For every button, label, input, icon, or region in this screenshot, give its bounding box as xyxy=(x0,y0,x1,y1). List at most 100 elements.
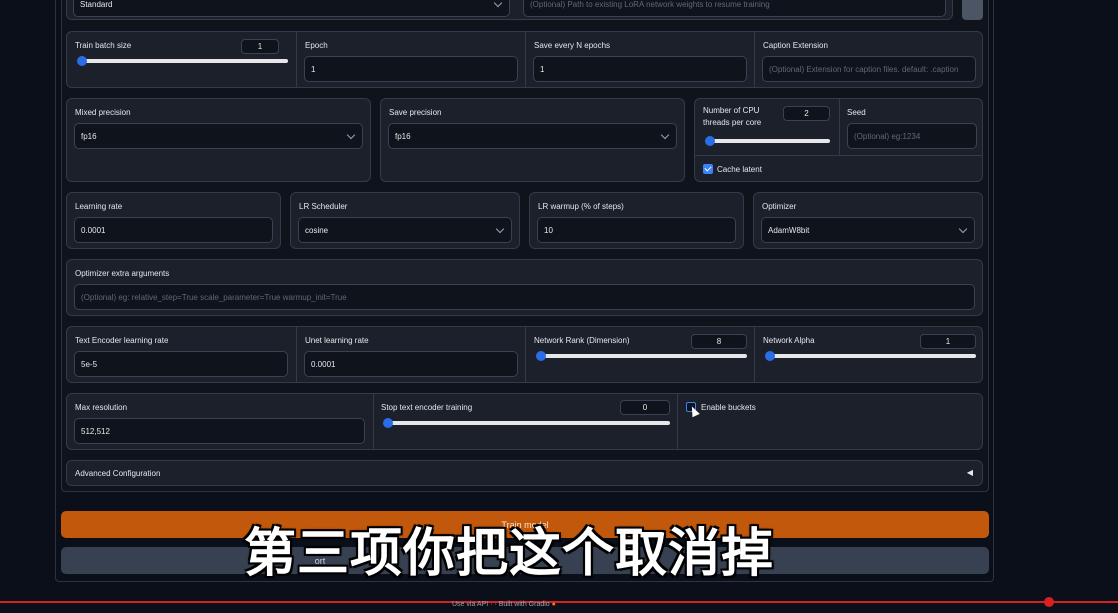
epoch-label: Epoch xyxy=(305,41,328,50)
optimizer-args-placeholder: (Optional) eg: relative_step=True scale_… xyxy=(81,292,347,302)
stop-te-slider[interactable] xyxy=(383,418,670,428)
train-batch-cell: Train batch size 1 xyxy=(67,32,296,87)
learning-rate-input[interactable]: 0.0001 xyxy=(74,217,273,243)
gradio-logo-icon: ● xyxy=(551,601,556,608)
cpu-seed-divider xyxy=(695,155,982,156)
optimizer-panel: Optimizer AdamW8bit xyxy=(753,192,983,249)
epoch-input[interactable]: 1 xyxy=(304,56,518,82)
lora-weights-placeholder: (Optional) Path to existing LoRA network… xyxy=(530,0,770,9)
gradio-footer: Use via API · · Built with Gradio ● xyxy=(452,601,556,608)
chevron-down-icon xyxy=(346,130,356,140)
video-progress-handle[interactable] xyxy=(1044,597,1054,607)
te-lr-label: Text Encoder learning rate xyxy=(75,336,169,345)
optimizer-args-input[interactable]: (Optional) eg: relative_step=True scale_… xyxy=(74,284,975,310)
row-lr-network: Text Encoder learning rate 5e-5 Unet lea… xyxy=(66,326,983,383)
lr-scheduler-dropdown[interactable]: cosine xyxy=(298,217,512,243)
epoch-value: 1 xyxy=(311,64,316,74)
lr-scheduler-panel: LR Scheduler cosine xyxy=(290,192,520,249)
unet-lr-value: 0.0001 xyxy=(311,359,336,369)
row-batch-epoch: Train batch size 1 Epoch 1 Save every N … xyxy=(66,31,983,88)
learning-rate-label: Learning rate xyxy=(75,202,123,211)
save-every-value: 1 xyxy=(540,64,545,74)
save-precision-panel: Save precision fp16 xyxy=(380,98,685,182)
max-res-label: Max resolution xyxy=(75,403,128,412)
rocket-icon: · xyxy=(490,601,493,608)
save-precision-value: fp16 xyxy=(395,131,411,141)
save-precision-dropdown[interactable]: fp16 xyxy=(388,123,677,149)
learning-rate-panel: Learning rate 0.0001 xyxy=(66,192,281,249)
chevron-down-icon xyxy=(495,224,505,234)
lr-warmup-input[interactable]: 10 xyxy=(537,217,736,243)
lr-warmup-panel: LR warmup (% of steps) 10 xyxy=(529,192,744,249)
stop-te-cell: Stop text encoder training 0 xyxy=(373,394,677,449)
advanced-config-accordion[interactable]: Advanced Configuration ◀ xyxy=(66,460,983,486)
net-alpha-number[interactable]: 1 xyxy=(920,334,976,349)
net-rank-slider[interactable] xyxy=(536,351,747,361)
optimizer-dropdown[interactable]: AdamW8bit xyxy=(761,217,975,243)
cpu-threads-cell: Number of CPU threads per core 2 xyxy=(695,99,839,155)
unet-lr-cell: Unet learning rate 0.0001 xyxy=(296,327,525,382)
caption-ext-cell: Caption Extension (Optional) Extension f… xyxy=(754,32,983,87)
learning-rate-value: 0.0001 xyxy=(81,225,106,235)
max-res-input[interactable]: 512,512 xyxy=(74,418,365,444)
slider-thumb[interactable] xyxy=(383,418,393,428)
epoch-cell: Epoch 1 xyxy=(296,32,525,87)
train-batch-value: 1 xyxy=(257,42,263,51)
max-res-cell: Max resolution 512,512 xyxy=(67,394,373,449)
lora-weights-input[interactable]: (Optional) Path to existing LoRA network… xyxy=(523,0,946,17)
save-every-cell: Save every N epochs 1 xyxy=(525,32,754,87)
max-res-value: 512,512 xyxy=(81,426,110,436)
mixed-precision-panel: Mixed precision fp16 xyxy=(66,98,371,182)
use-via-api-link[interactable]: Use via API xyxy=(452,601,488,608)
net-rank-label: Network Rank (Dimension) xyxy=(534,336,630,345)
seed-placeholder: (Optional) eg:1234 xyxy=(854,131,921,141)
mixed-precision-label: Mixed precision xyxy=(75,108,131,117)
lr-warmup-label: LR warmup (% of steps) xyxy=(538,202,624,211)
net-alpha-cell: Network Alpha 1 xyxy=(754,327,983,382)
cache-latent-checkbox[interactable] xyxy=(703,164,713,174)
cpu-threads-label: Number of CPU threads per core xyxy=(703,106,762,127)
net-rank-number[interactable]: 8 xyxy=(691,334,747,349)
mixed-precision-value: fp16 xyxy=(81,131,97,141)
folder-button[interactable] xyxy=(962,0,983,20)
save-every-input[interactable]: 1 xyxy=(533,56,747,82)
caption-ext-placeholder: (Optional) Extension for caption files. … xyxy=(769,64,959,74)
te-lr-input[interactable]: 5e-5 xyxy=(74,351,288,377)
cpu-threads-value: 2 xyxy=(804,109,809,118)
video-subtitle: 第三项你把这个取消掉 xyxy=(244,524,775,584)
train-batch-slider[interactable] xyxy=(77,56,288,66)
stop-te-value: 0 xyxy=(642,403,648,412)
train-batch-label: Train batch size xyxy=(75,41,132,50)
stop-te-label: Stop text encoder training xyxy=(381,403,473,412)
slider-thumb[interactable] xyxy=(536,351,546,361)
seed-label: Seed xyxy=(847,108,866,117)
unet-lr-input[interactable]: 0.0001 xyxy=(304,351,518,377)
cpu-threads-slider[interactable] xyxy=(705,136,830,146)
caption-ext-label: Caption Extension xyxy=(763,41,828,50)
train-batch-number[interactable]: 1 xyxy=(241,39,279,54)
net-alpha-slider[interactable] xyxy=(765,351,976,361)
caption-ext-input[interactable]: (Optional) Extension for caption files. … xyxy=(762,56,976,82)
save-every-label: Save every N epochs xyxy=(534,41,611,50)
seed-input[interactable]: (Optional) eg:1234 xyxy=(847,123,977,149)
cpu-seed-panel: Number of CPU threads per core 2 Seed (O… xyxy=(694,98,983,182)
cpu-threads-number[interactable]: 2 xyxy=(783,106,830,121)
slider-thumb[interactable] xyxy=(765,351,775,361)
lora-type-dropdown[interactable]: Standard xyxy=(73,0,510,17)
save-precision-label: Save precision xyxy=(389,108,442,117)
mixed-precision-dropdown[interactable]: fp16 xyxy=(74,123,363,149)
slider-thumb[interactable] xyxy=(705,136,715,146)
net-rank-cell: Network Rank (Dimension) 8 xyxy=(525,327,754,382)
top-row-panel: Standard (Optional) Path to existing LoR… xyxy=(66,0,953,20)
net-rank-value: 8 xyxy=(716,337,722,346)
slider-thumb[interactable] xyxy=(77,56,87,66)
collapse-arrow-icon: ◀ xyxy=(966,468,973,477)
video-progress-bar[interactable] xyxy=(0,601,1118,603)
lr-scheduler-label: LR Scheduler xyxy=(299,202,348,211)
optimizer-value: AdamW8bit xyxy=(768,225,810,235)
built-with-gradio-link[interactable]: Built with Gradio xyxy=(499,601,550,608)
unet-lr-label: Unet learning rate xyxy=(305,336,369,345)
net-alpha-label: Network Alpha xyxy=(763,336,815,345)
stop-te-number[interactable]: 0 xyxy=(620,400,670,415)
lr-warmup-value: 10 xyxy=(544,225,553,235)
